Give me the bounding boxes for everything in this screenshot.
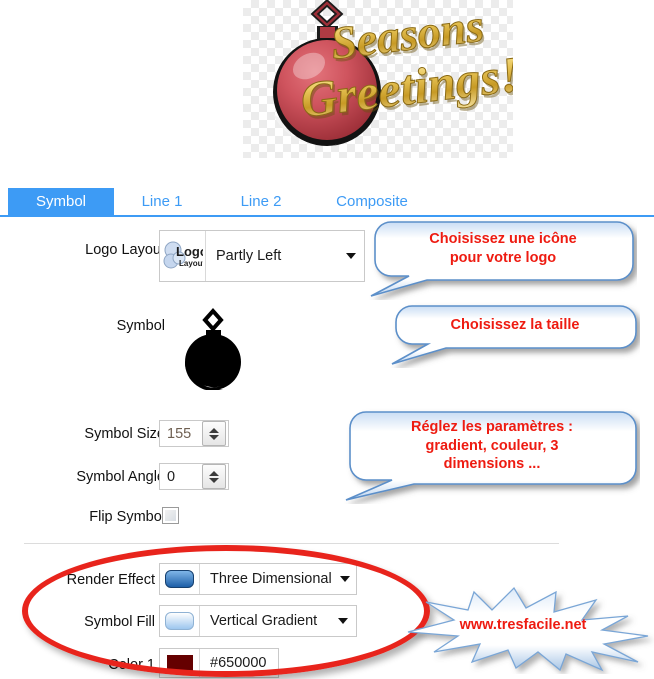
color-1-swatch[interactable] (160, 649, 200, 677)
symbol-angle-label: Symbol Angle (76, 469, 165, 485)
symbol-size-label: Symbol Size (84, 426, 165, 442)
symbol-fill-value: Vertical Gradient (210, 613, 318, 629)
symbol-label: Symbol (116, 318, 165, 334)
symbol-size-spin-buttons[interactable] (202, 421, 226, 446)
three-dimensional-swatch-icon (160, 564, 200, 594)
flip-symbol-label: Flip Symbol (89, 509, 165, 525)
svg-text:Layout: Layout (179, 259, 203, 268)
callout-choose-icon: Choisissez une icône pour votre logo (369, 218, 637, 300)
tab-line-1[interactable]: Line 1 (114, 188, 210, 216)
logo-preview-area: Seasons Seasons Greetings! Greetings! (0, 0, 654, 178)
symbol-fill-select[interactable]: Vertical Gradient (159, 605, 357, 637)
tab-bar: Symbol Line 1 Line 2 Composite (0, 188, 654, 216)
logo-layout-icon: Logo Layout (160, 231, 206, 281)
tab-composite[interactable]: Composite (313, 188, 431, 216)
symbol-size-stepper[interactable]: 155 (159, 420, 229, 447)
logo-layout-select[interactable]: Logo Layout Partly Left (159, 230, 365, 282)
logo-layout-label: Logo Layout (85, 242, 165, 258)
render-effect-value: Three Dimensional (210, 571, 332, 587)
tab-underline (0, 215, 654, 217)
callout-choose-size: Choisissez la taille (390, 302, 640, 368)
svg-text:Logo: Logo (176, 244, 203, 259)
color-1-value: #650000 (210, 655, 267, 671)
tab-line-2[interactable]: Line 2 (213, 188, 309, 216)
color-1-label: Color 1 (108, 657, 155, 673)
render-effect-select[interactable]: Three Dimensional (159, 563, 357, 595)
vertical-gradient-swatch-icon (160, 606, 200, 636)
flip-symbol-checkbox[interactable] (162, 507, 179, 524)
callout-adjust-params: Réglez les paramètres : gradient, couleu… (344, 408, 640, 504)
chevron-down-icon[interactable] (332, 576, 358, 582)
symbol-size-value: 155 (167, 425, 192, 442)
symbol-angle-stepper[interactable]: 0 (159, 463, 229, 490)
symbol-angle-spin-buttons[interactable] (202, 464, 226, 489)
chevron-down-icon[interactable] (338, 253, 364, 259)
symbol-fill-label: Symbol Fill (84, 614, 155, 630)
section-divider (24, 543, 559, 544)
render-effect-label: Render Effect (66, 572, 155, 588)
symbol-angle-value: 0 (167, 468, 176, 485)
seasons-greetings-logo: Seasons Seasons Greetings! Greetings! (273, 0, 513, 147)
watermark-url: www.tresfacile.net (459, 617, 587, 633)
logo-layout-value: Partly Left (216, 248, 282, 264)
tab-symbol[interactable]: Symbol (8, 188, 114, 216)
chevron-down-icon[interactable] (330, 618, 356, 624)
symbol-preview[interactable] (175, 306, 251, 395)
